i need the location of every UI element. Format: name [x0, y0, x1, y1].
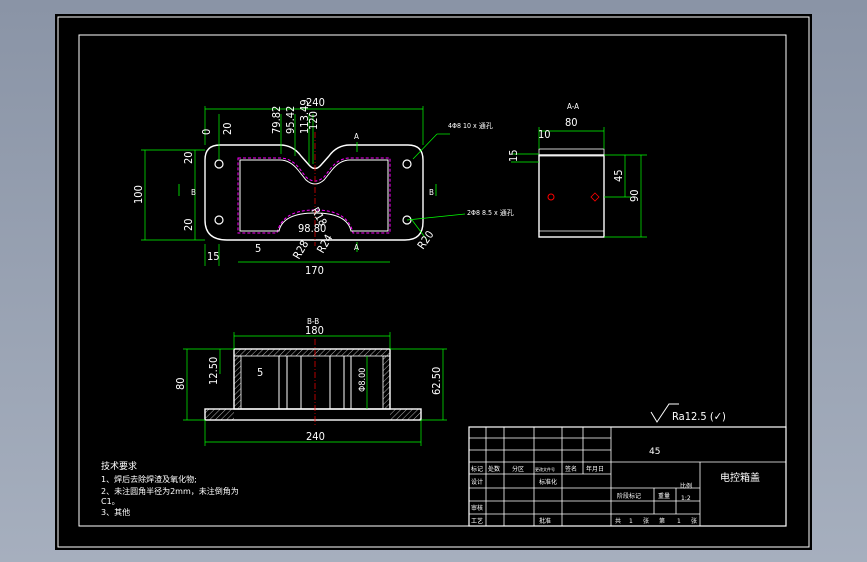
tb-row-design: 设计 [471, 478, 483, 486]
section-bb-base-left-hatch [205, 409, 234, 420]
section-aa-dimension-lines [511, 127, 647, 238]
dim-bb-5: 5 [257, 366, 263, 379]
section-aa-hole [547, 193, 555, 201]
dim-20-top: 20 [221, 122, 234, 135]
inner-border [78, 34, 787, 527]
dim-height-100: 100 [132, 185, 145, 204]
dim-bb-62-50: 62.50 [430, 367, 443, 395]
dim-bb-180: 180 [305, 324, 324, 337]
tb-sheet-3: 第 [659, 517, 665, 525]
notes-title: 技术要求 [101, 460, 137, 472]
roughness-value: Ra12.5 (✓) [672, 410, 726, 423]
section-aa-title: A-A [567, 102, 579, 111]
section-marker-b-right: B [429, 188, 434, 197]
section-bb-top-wall [233, 348, 391, 357]
dim-bb-phi8: Φ8.00 [358, 368, 368, 392]
dim-aa-10: 10 [538, 128, 551, 141]
tb-stage-2: 比例 [680, 482, 692, 490]
dim-aa-width: 80 [565, 116, 578, 129]
tb-material: 45 [649, 447, 660, 457]
notes-item-2: 2、未注圆角半径为2mm，未注倒角为 [101, 486, 239, 496]
section-marker-a-top: A [354, 132, 359, 141]
tb-header-1: 处数 [488, 465, 500, 473]
tb-scale: 1:2 [681, 495, 691, 502]
tb-header-4: 签名 [565, 465, 577, 473]
tb-sheet-5: 张 [691, 517, 697, 525]
section-aa: A-A 80 10 15 45 90 [507, 102, 647, 238]
title-block-text: 45 电控箱盖 1:2 标记 处数 分区 更改文件号 签名 年月日 设计 标准化… [471, 447, 760, 525]
tb-stage-0: 阶段标记 [617, 492, 641, 500]
tb-row-standard: 标准化 [539, 478, 557, 486]
tb-header-5: 年月日 [586, 465, 604, 473]
dim-20-left-lower: 20 [182, 218, 195, 231]
dim-bb-240: 240 [306, 430, 325, 443]
section-bb-base [204, 408, 422, 421]
dim-95-42: 95.42 [284, 106, 297, 134]
dim-bb-80: 80 [174, 377, 187, 390]
dim-aa-45: 45 [612, 169, 625, 182]
hole-callout-top: 4Φ8 10 x 通孔 [448, 121, 493, 130]
tb-sheet-4: 1 [677, 518, 681, 525]
dim-bb-12-50: 12.50 [207, 357, 220, 385]
tb-row-process: 工艺 [471, 517, 483, 525]
dim-15-bottom: 15 [207, 250, 220, 263]
top-view: 240 79.82 95.42 113.49 120 20 0 20 20 10… [132, 96, 514, 277]
tb-row-review: 审核 [471, 504, 483, 512]
drawing-sheet: 240 79.82 95.42 113.49 120 20 0 20 20 10… [55, 14, 812, 550]
dim-79-82: 79.82 [270, 106, 283, 134]
tb-sheet-1: 1 [629, 518, 633, 525]
dim-170: 170 [305, 264, 324, 277]
cad-drawing: 240 79.82 95.42 113.49 120 20 0 20 20 10… [57, 16, 810, 548]
dim-20-left-upper: 20 [182, 151, 195, 164]
section-marker-a-bottom: A [354, 243, 359, 252]
tb-stage-1: 重量 [658, 492, 670, 500]
dim-r20: R20 [415, 228, 437, 251]
notes-item-1: 1、焊后去除焊渣及氧化物; [101, 474, 197, 484]
dim-aa-90: 90 [628, 189, 641, 202]
section-aa-outline [538, 154, 605, 238]
dim-5: 5 [255, 242, 261, 255]
section-bb-base-right-hatch [390, 409, 421, 420]
dim-r24: R24 [314, 232, 335, 255]
section-bb-left-wall [233, 355, 242, 410]
section-bb: B-B 180 240 80 12.50 5 62.50 Φ8.00 [174, 317, 447, 446]
dim-0: 0 [200, 129, 213, 135]
section-markers [178, 142, 437, 252]
dim-r28: R28 [290, 238, 311, 261]
dim-aa-15: 15 [507, 149, 520, 162]
notes-item-4: 3、其他 [101, 507, 130, 517]
notes-item-3: C1。 [101, 497, 120, 506]
tb-sheet-0: 共 [615, 517, 621, 525]
surface-roughness: Ra12.5 (✓) [650, 403, 726, 423]
section-bb-right-wall [382, 355, 391, 410]
technical-notes: 技术要求 1、焊后去除焊渣及氧化物; 2、未注圆角半径为2mm，未注倒角为 C1… [101, 460, 239, 517]
tb-row-approve: 批准 [539, 517, 551, 525]
tb-part-name: 电控箱盖 [720, 471, 760, 484]
tb-header-3: 更改文件号 [535, 466, 555, 472]
dim-120: 120 [307, 111, 320, 130]
hole-callout-side: 2Φ8 8.5 x 通孔 [467, 208, 514, 217]
tb-header-2: 分区 [512, 465, 524, 473]
section-aa-diamond [590, 192, 600, 202]
section-marker-b-left: B [191, 188, 196, 197]
tb-header-0: 标记 [471, 465, 483, 473]
outer-border [57, 16, 810, 548]
tb-sheet-2: 张 [643, 517, 649, 525]
